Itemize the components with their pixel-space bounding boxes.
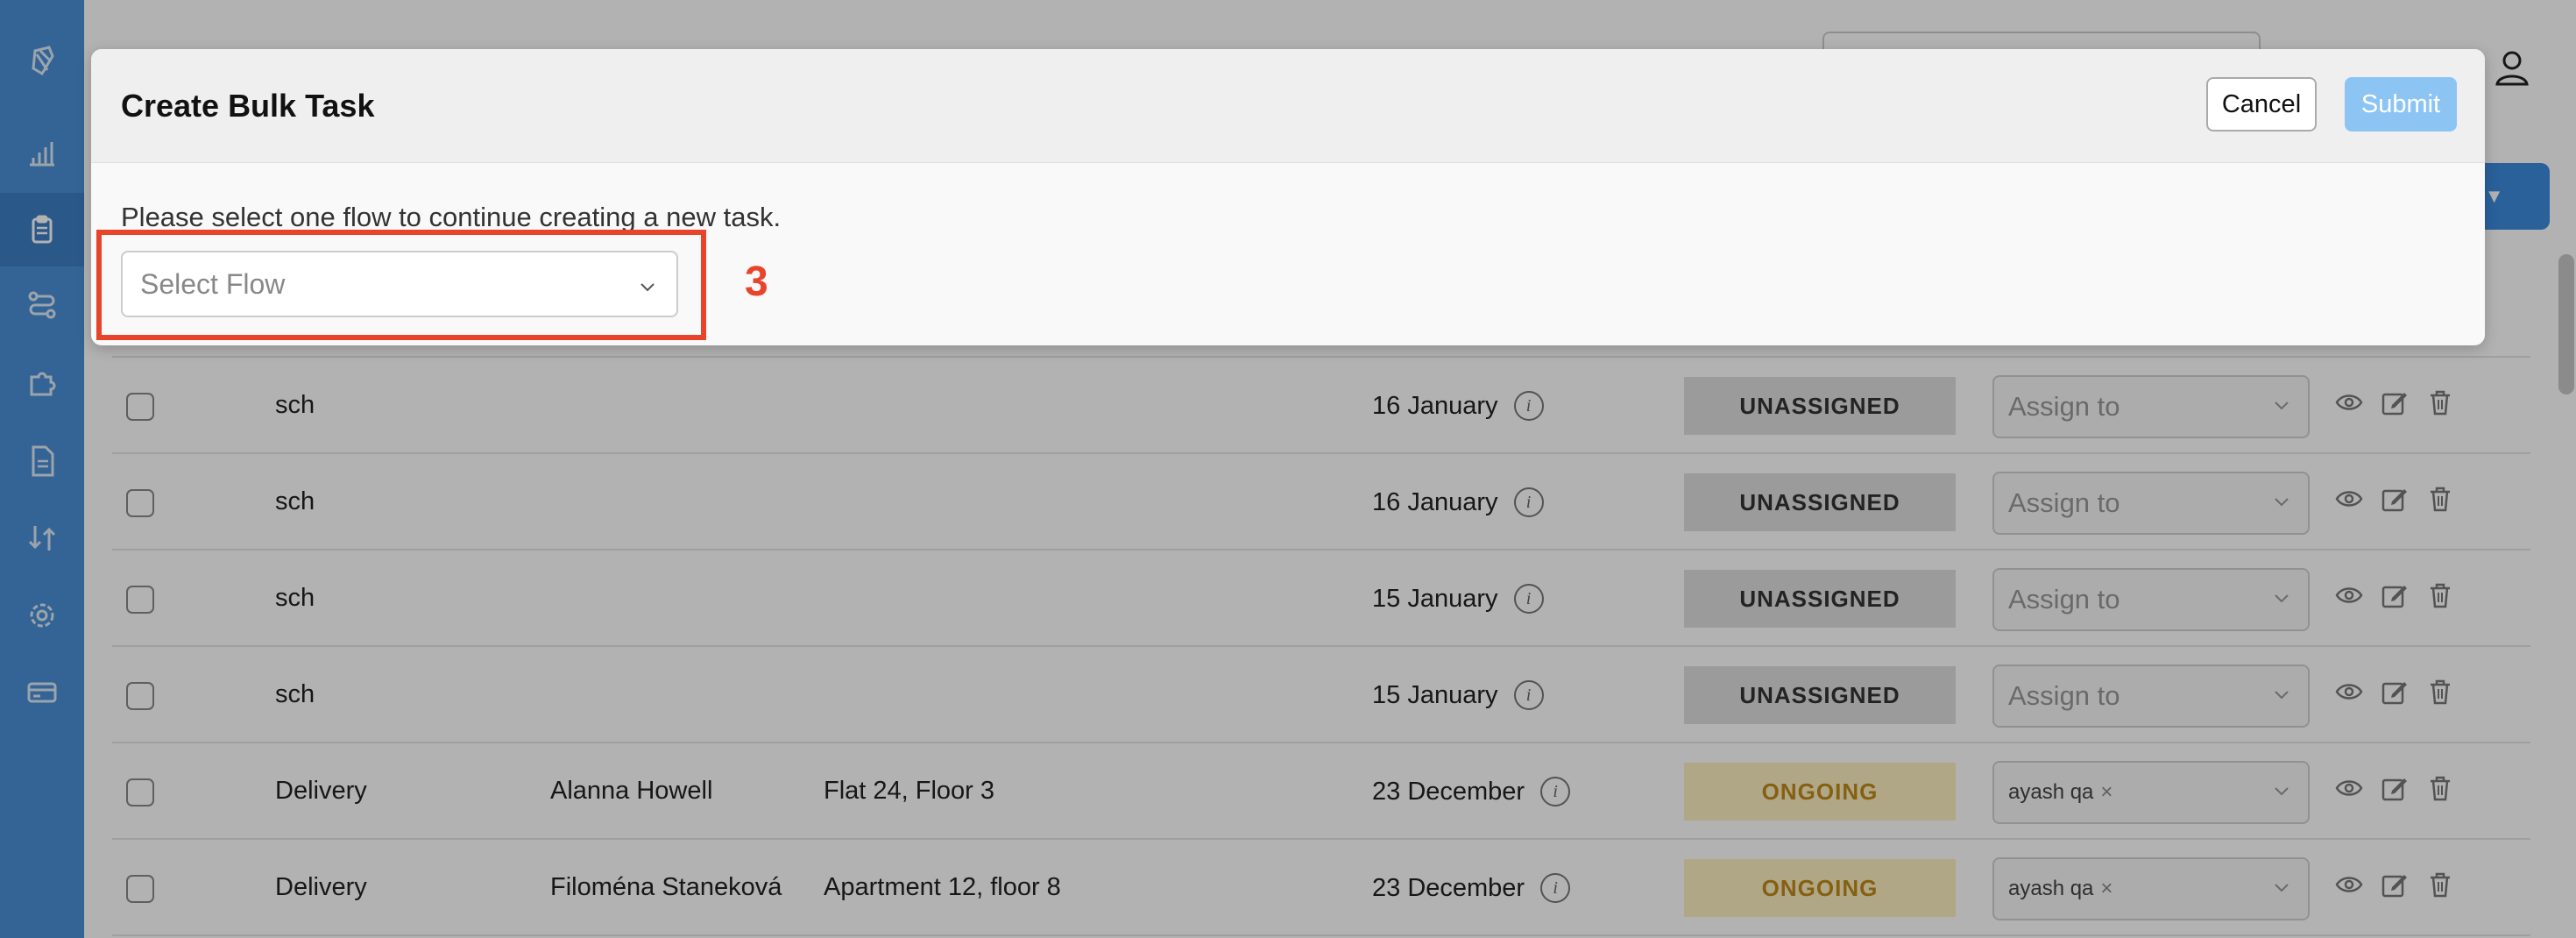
modal-title: Create Bulk Task — [121, 88, 375, 124]
modal-header: Create Bulk Task Cancel Submit — [91, 49, 2485, 163]
app: n ▼ sch 16 Januaryi UNASSIGNED Assign to… — [0, 0, 2576, 938]
annotation-highlight-box — [96, 230, 706, 340]
submit-button[interactable]: Submit — [2345, 77, 2457, 131]
cancel-button[interactable]: Cancel — [2206, 77, 2317, 131]
modal-message: Please select one flow to continue creat… — [121, 202, 782, 232]
annotation-step-number: 3 — [745, 259, 768, 305]
